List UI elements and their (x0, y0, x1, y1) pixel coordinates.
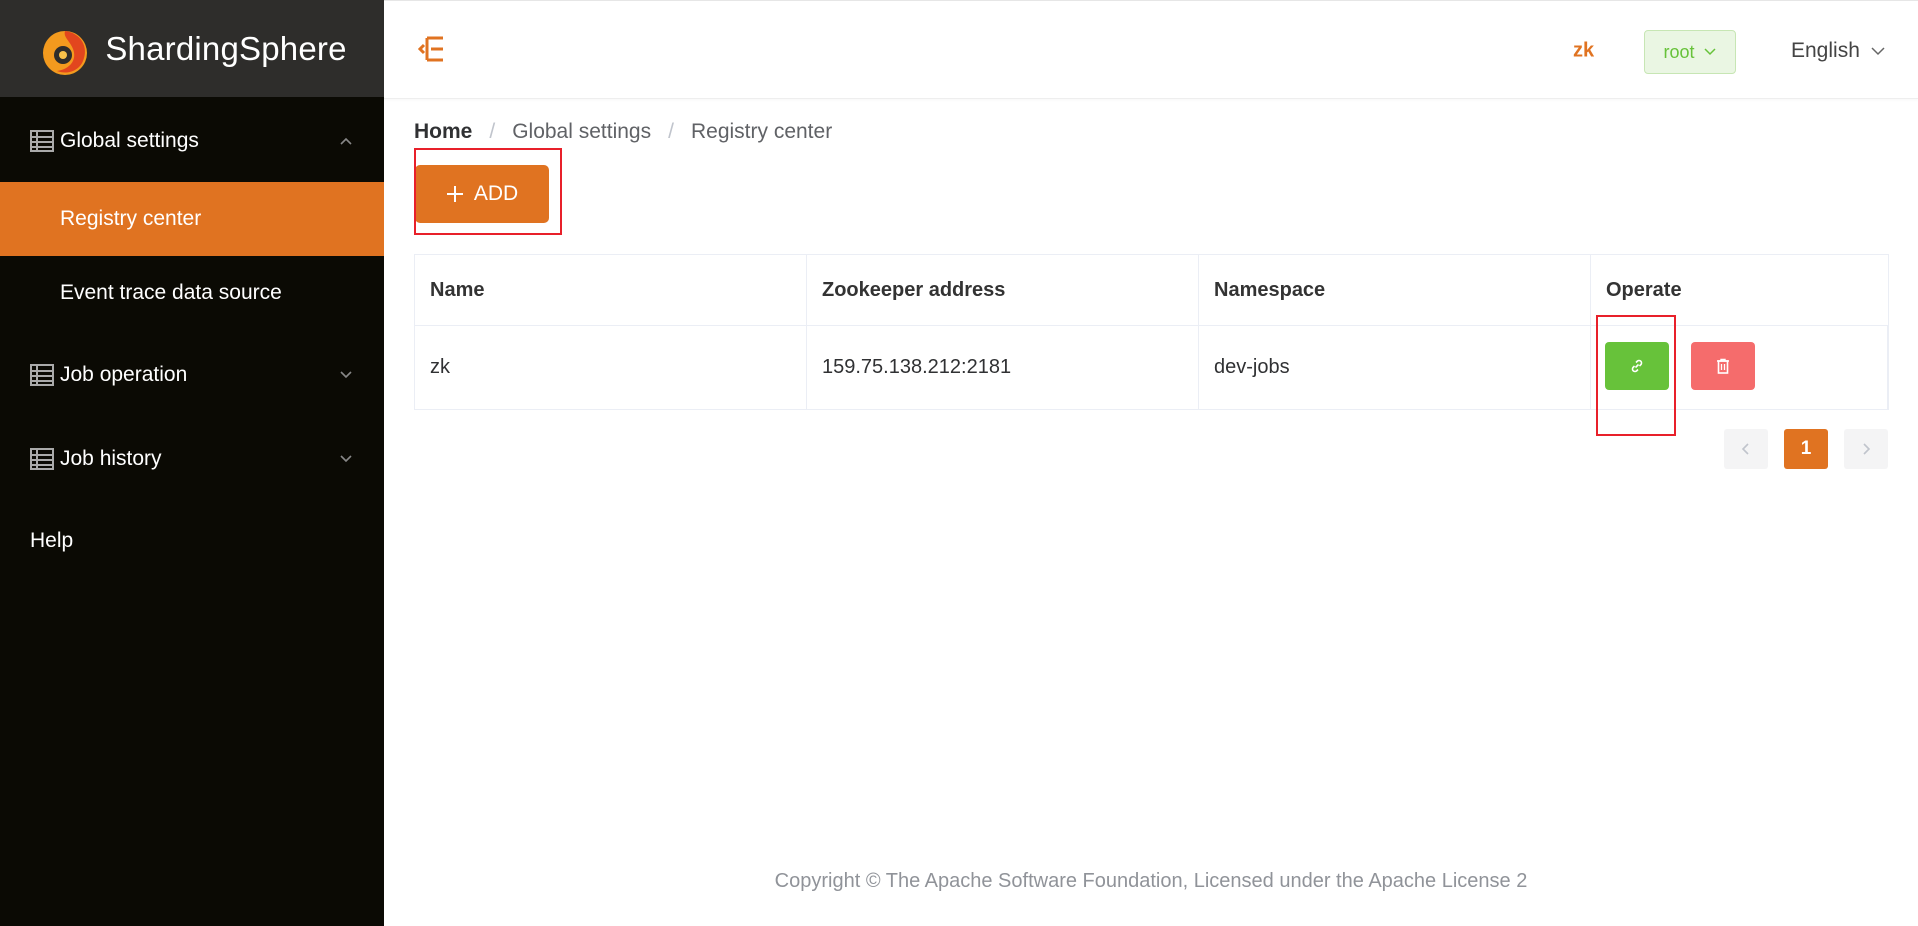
column-header-address: Zookeeper address (807, 255, 1199, 325)
pagination-next-button[interactable] (1844, 429, 1888, 469)
chevron-down-icon (1703, 48, 1716, 56)
chevron-down-icon (1871, 47, 1885, 56)
menu-job-history[interactable]: Job history (0, 424, 384, 494)
sidebar-item-registry-center-label: Registry center (60, 207, 202, 230)
menu-help[interactable]: Help (0, 506, 384, 576)
breadcrumb-separator: / (489, 120, 496, 143)
chevron-down-icon (340, 371, 352, 379)
list-icon (30, 364, 54, 386)
sidebar: ShardingSphere Global settings Registry … (0, 0, 384, 926)
user-dropdown-button[interactable]: root (1644, 30, 1736, 74)
top-header: zk root English (384, 0, 1918, 99)
highlight-box-connect (1596, 315, 1676, 436)
sidebar-item-registry-center[interactable]: Registry center (0, 182, 384, 256)
user-label: root (1663, 41, 1695, 62)
breadcrumb-separator: / (668, 120, 674, 143)
cell-address: 159.75.138.212:2181 (807, 326, 1199, 409)
breadcrumb-home[interactable]: Home (414, 120, 472, 144)
chevron-up-icon (340, 137, 352, 145)
footer-copyright: Copyright © The Apache Software Foundati… (774, 870, 1528, 892)
shardingsphere-logo-icon (43, 30, 88, 75)
menu-help-label: Help (30, 529, 74, 552)
menu-collapse-icon[interactable] (418, 34, 444, 64)
language-dropdown[interactable]: English (1791, 39, 1886, 63)
chevron-left-icon (1741, 443, 1749, 455)
column-header-name: Name (415, 255, 807, 325)
breadcrumb-registry-center: Registry center (690, 120, 833, 143)
sidebar-item-event-trace-label: Event trace data source (60, 281, 282, 304)
logo[interactable]: ShardingSphere (0, 0, 384, 97)
breadcrumb: Home / Global settings / Registry center (414, 120, 832, 144)
current-registry-label[interactable]: zk (1573, 40, 1594, 63)
list-icon (30, 448, 54, 470)
cell-namespace: dev-jobs (1199, 326, 1591, 409)
menu-global-settings-label: Global settings (60, 129, 199, 152)
breadcrumb-global-settings: Global settings (512, 120, 652, 143)
menu-job-operation-label: Job operation (60, 363, 188, 386)
chevron-down-icon (340, 455, 352, 463)
sidebar-item-event-trace-data-source[interactable]: Event trace data source (0, 256, 384, 330)
column-header-namespace: Namespace (1199, 255, 1591, 325)
language-label: English (1791, 39, 1860, 62)
logo-text: ShardingSphere (105, 29, 347, 67)
pagination-prev-button[interactable] (1724, 429, 1768, 469)
menu-job-operation[interactable]: Job operation (0, 340, 384, 410)
highlight-box-add (414, 148, 562, 235)
list-icon (30, 130, 54, 152)
trash-icon (1717, 358, 1729, 374)
pagination-page-button[interactable]: 1 (1784, 429, 1828, 469)
menu-job-history-label: Job history (60, 447, 162, 470)
menu-global-settings[interactable]: Global settings (0, 106, 384, 176)
cell-name: zk (415, 326, 807, 409)
delete-button[interactable] (1691, 342, 1755, 390)
chevron-right-icon (1863, 443, 1871, 455)
